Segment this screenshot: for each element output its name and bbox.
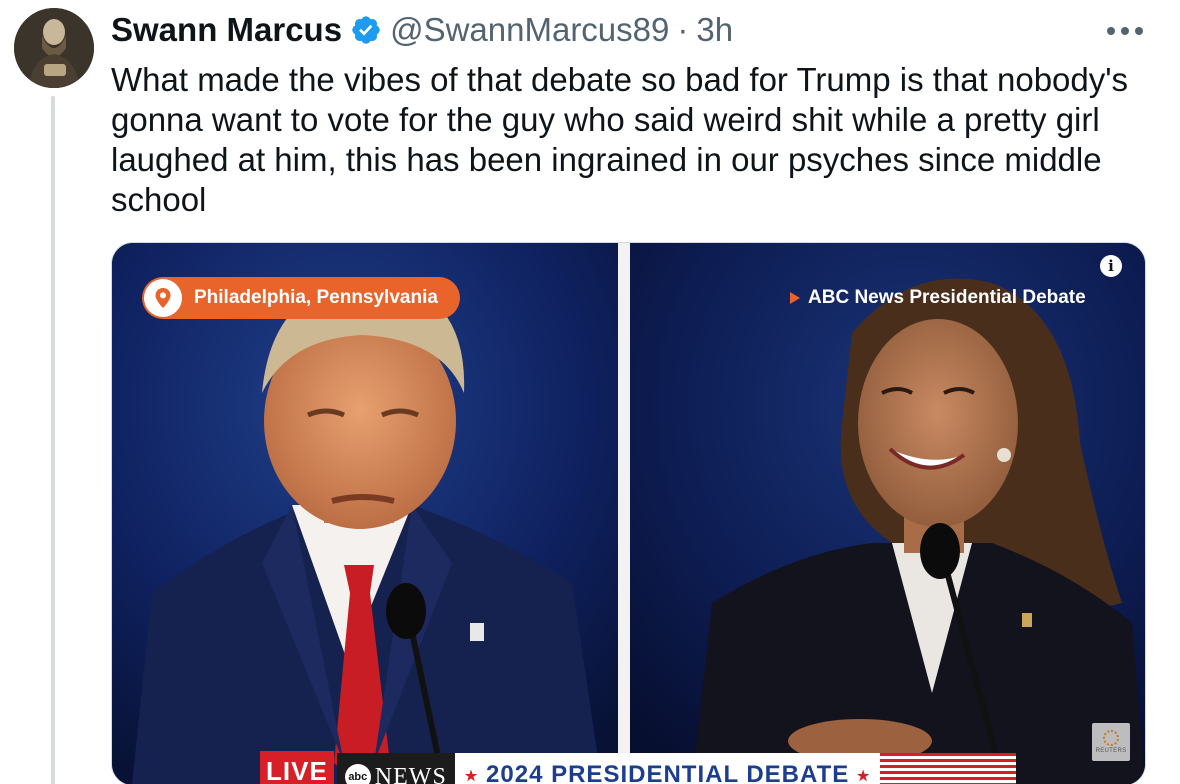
network-bug: abc NEWS bbox=[336, 753, 455, 784]
network-name: NEWS bbox=[374, 763, 447, 784]
media-image[interactable]: Philadelphia, Pennsylvania ABC News Pres… bbox=[111, 242, 1146, 784]
broadcast-label: ABC News Presidential Debate bbox=[790, 285, 1086, 311]
info-icon[interactable]: i bbox=[1100, 255, 1122, 277]
tweet: Swann Marcus @SwannMarcus89 · 3h What ma… bbox=[0, 0, 1180, 784]
display-name[interactable]: Swann Marcus bbox=[111, 11, 342, 49]
more-horizontal-icon bbox=[1107, 27, 1143, 35]
tweet-text: What made the vibes of that debate so ba… bbox=[111, 61, 1129, 218]
star-icon: ★ bbox=[464, 767, 479, 784]
live-badge: LIVE bbox=[260, 751, 334, 784]
tweet-header: Swann Marcus @SwannMarcus89 · 3h bbox=[111, 10, 733, 50]
star-icon: ★ bbox=[856, 767, 871, 784]
reuters-logo-icon bbox=[1103, 730, 1119, 746]
chyron-title-text: 2024 PRESIDENTIAL DEBATE bbox=[486, 761, 850, 784]
location-pin-icon bbox=[144, 279, 182, 317]
flag-stripes bbox=[880, 753, 1017, 784]
separator-dot: · bbox=[677, 11, 689, 48]
thread-line bbox=[51, 96, 55, 784]
handle[interactable]: @SwannMarcus89 bbox=[390, 11, 669, 49]
news-chyron: LIVE abc NEWS ★ 2024 PRESIDENTIAL DEBATE… bbox=[260, 751, 1017, 784]
broadcast-title: ABC News Presidential Debate bbox=[808, 287, 1086, 308]
verified-badge-icon bbox=[350, 14, 382, 46]
location-badge: Philadelphia, Pennsylvania bbox=[142, 277, 460, 319]
abc-logo-icon: abc bbox=[344, 764, 371, 784]
play-triangle-icon bbox=[790, 292, 800, 304]
timestamp[interactable]: 3h bbox=[696, 11, 733, 49]
reuters-watermark: REUTERS bbox=[1092, 723, 1130, 761]
chyron-title: ★ 2024 PRESIDENTIAL DEBATE ★ bbox=[454, 753, 881, 784]
avatar[interactable] bbox=[14, 8, 94, 88]
more-button[interactable] bbox=[1100, 14, 1150, 48]
debate-split-screen bbox=[112, 243, 1145, 784]
portrait-avatar-icon bbox=[14, 8, 94, 88]
location-label: Philadelphia, Pennsylvania bbox=[194, 287, 438, 308]
